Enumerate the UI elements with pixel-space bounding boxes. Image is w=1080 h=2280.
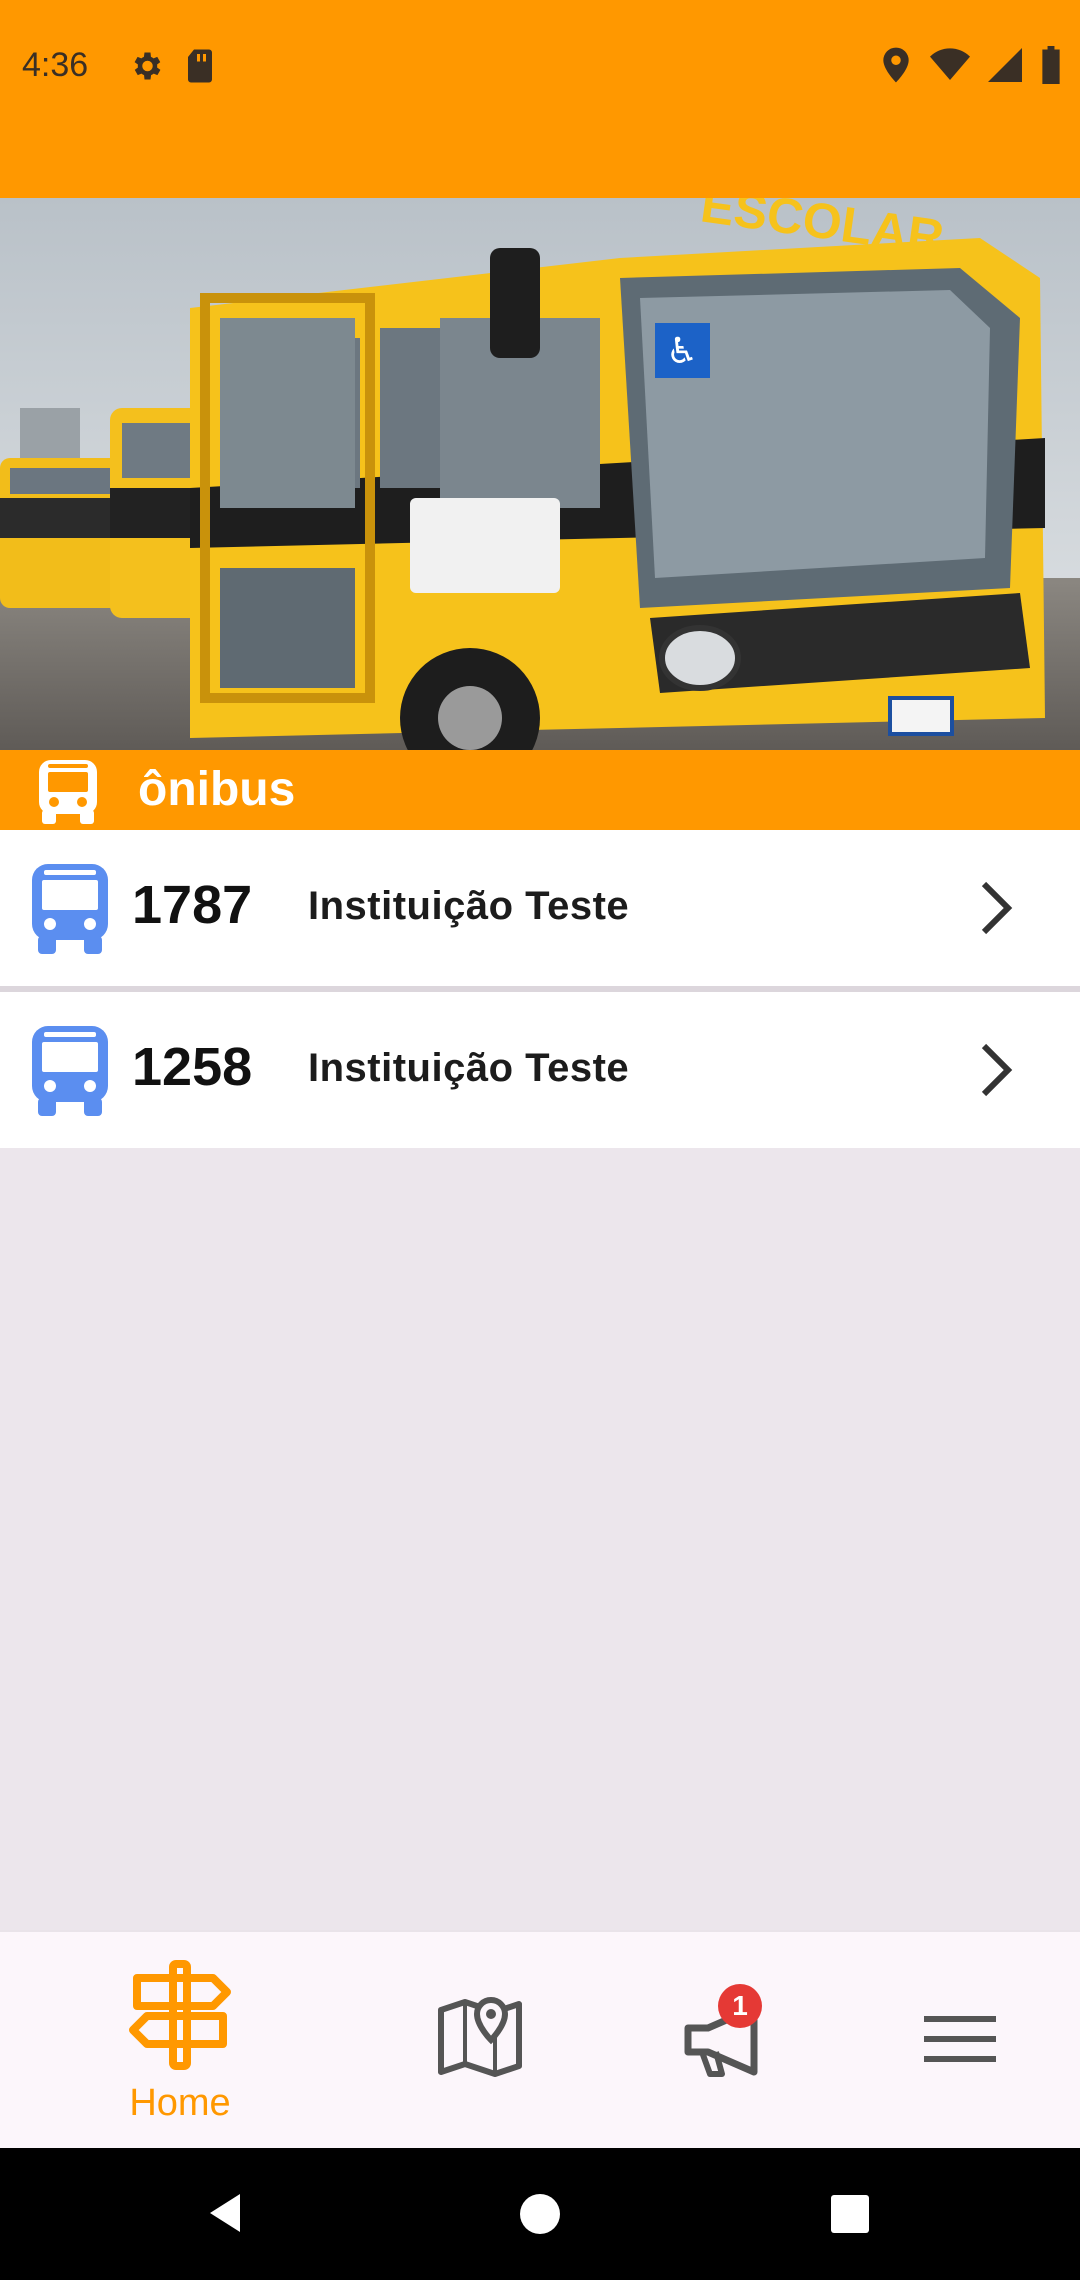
status-left-icons — [128, 48, 216, 84]
recents-icon[interactable] — [828, 2192, 872, 2236]
notification-badge: 1 — [718, 1984, 762, 2028]
bus-number: 1787 — [132, 875, 253, 935]
signpost-icon — [129, 1960, 231, 2070]
bus-icon — [32, 1026, 108, 1116]
nav-home-label: Home — [129, 2082, 231, 2124]
status-time: 4:36 — [22, 46, 89, 84]
status-right-icons — [880, 46, 1062, 84]
svg-text:♿: ♿ — [666, 331, 698, 372]
location-icon — [883, 47, 909, 83]
home-circle-icon[interactable] — [518, 2192, 562, 2236]
bus-number: 1258 — [132, 1037, 253, 1097]
bus-icon — [32, 864, 108, 954]
wifi-icon — [930, 48, 970, 80]
system-nav-bar — [0, 2148, 1080, 2280]
list-divider — [0, 986, 1080, 992]
chevron-right-icon — [981, 1043, 1013, 1097]
nav-menu[interactable] — [840, 1932, 1080, 2150]
section-title: ônibus — [138, 763, 296, 816]
bus-icon — [39, 760, 97, 824]
bus-list-item[interactable]: 1258 Instituição Teste — [0, 992, 1080, 1148]
nav-notifications[interactable]: 1 — [600, 1932, 840, 2150]
menu-icon — [924, 2016, 996, 2062]
battery-icon — [1042, 46, 1060, 84]
section-header: ônibus — [0, 750, 1080, 830]
gear-icon — [134, 52, 161, 80]
back-icon[interactable] — [200, 2188, 250, 2238]
sd-card-icon — [188, 49, 212, 83]
status-bar: 4:36 — [0, 0, 1080, 198]
chevron-right-icon — [981, 881, 1013, 935]
nav-home[interactable]: Home — [60, 1932, 300, 2150]
signal-icon — [988, 48, 1022, 82]
bus-list-item[interactable]: 1787 Instituição Teste — [0, 830, 1080, 986]
bus-institution: Instituição Teste — [308, 1046, 630, 1090]
bus-institution: Instituição Teste — [308, 884, 630, 928]
bottom-nav: Home 1 — [0, 1930, 1080, 2148]
map-icon — [438, 1996, 522, 2077]
nav-map[interactable] — [360, 1932, 600, 2150]
school-bus-photo: ♿ ESCOLAR — [0, 198, 1080, 750]
hero-image: ♿ ESCOLAR — [0, 198, 1080, 750]
